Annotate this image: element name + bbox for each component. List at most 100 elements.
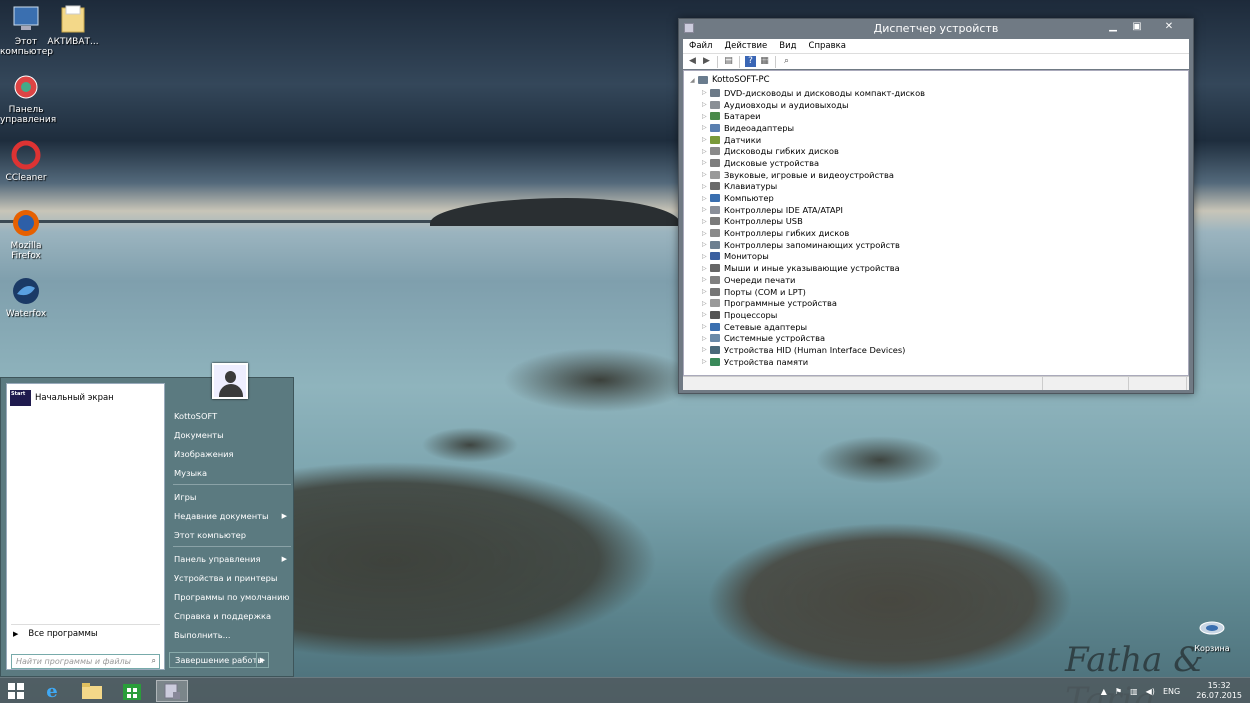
expand-icon[interactable]: ▷ [702, 101, 710, 108]
help-icon[interactable]: ? [745, 56, 756, 67]
language-indicator[interactable]: ENG [1163, 687, 1180, 696]
desktop-icon-this-computer[interactable]: Этот компьютер [0, 4, 53, 57]
device-category[interactable]: ▷ Видеоадаптеры [702, 122, 925, 134]
start-item-user[interactable]: KottoSOFT [169, 406, 291, 425]
taskbar-device-manager[interactable] [156, 680, 188, 702]
network-icon[interactable]: ▥ [1130, 687, 1138, 696]
expand-icon[interactable]: ▷ [702, 276, 710, 283]
device-category[interactable]: ▷ Устройства HID (Human Interface Devices… [702, 344, 925, 356]
menu-file[interactable]: Файл [683, 39, 718, 53]
device-category[interactable]: ▷ Контроллеры USB [702, 216, 925, 228]
device-category[interactable]: ▷ Процессоры [702, 309, 925, 321]
desktop-icon-recycle-bin[interactable]: Корзина [1192, 620, 1232, 653]
expand-icon[interactable]: ▷ [702, 136, 710, 143]
device-category[interactable]: ▷ Батареи [702, 110, 925, 122]
device-category[interactable]: ▷ Звуковые, игровые и видеоустройства [702, 169, 925, 181]
taskbar-explorer[interactable] [76, 680, 108, 702]
start-item-run[interactable]: Выполнить... [169, 625, 291, 644]
device-category[interactable]: ▷ Программные устройства [702, 297, 925, 309]
shutdown-options-button[interactable]: ▶ [256, 653, 268, 667]
title-bar[interactable]: Диспетчер устройств ▁ ▣ ✕ [679, 19, 1193, 39]
close-button[interactable]: ✕ [1149, 19, 1189, 35]
search-input[interactable]: Найти программы и файлы ⌕ [11, 654, 160, 669]
properties-icon[interactable]: ▤ [723, 56, 734, 67]
device-category[interactable]: ▷ Клавиатуры [702, 181, 925, 193]
start-item-games[interactable]: Игры [169, 487, 291, 506]
device-category[interactable]: ▷ Дисковые устройства [702, 157, 925, 169]
menu-help[interactable]: Справка [803, 39, 852, 53]
taskbar-ie[interactable]: e [36, 680, 68, 702]
expand-icon[interactable]: ▷ [702, 148, 710, 155]
expand-icon[interactable]: ▷ [702, 300, 710, 307]
start-item-this-computer[interactable]: Этот компьютер [169, 525, 291, 544]
scan-hardware-icon[interactable]: ⌕ [781, 56, 792, 67]
desktop-icon-control-panel[interactable]: Панель управления [0, 72, 56, 125]
expand-icon[interactable]: ▷ [702, 195, 710, 202]
expand-icon[interactable]: ▷ [702, 335, 710, 342]
start-item-recent-docs[interactable]: Недавние документы ▶ [169, 506, 291, 525]
desktop-icon-ccleaner[interactable]: CCleaner [0, 140, 52, 183]
start-item-default-programs[interactable]: Программы по умолчанию [169, 587, 291, 606]
show-hidden-icon[interactable]: ▲ [1101, 687, 1107, 696]
search-icon[interactable]: ⌕ [152, 656, 156, 666]
device-category[interactable]: ▷ Устройства памяти [702, 356, 925, 368]
desktop-icon-waterfox[interactable]: Waterfox [0, 276, 52, 319]
device-category[interactable]: ▷ Аудиовходы и аудиовыходы [702, 99, 925, 111]
device-tree[interactable]: ◢ KottoSOFT-PC ▷ DVD-дисководы и дисковод… [683, 70, 1189, 376]
expand-icon[interactable]: ▷ [702, 171, 710, 178]
device-category[interactable]: ▷ Очереди печати [702, 274, 925, 286]
expand-icon[interactable]: ▷ [702, 323, 710, 330]
pinned-start-screen[interactable]: Start Начальный экран [10, 390, 114, 406]
expand-icon[interactable]: ▷ [702, 311, 710, 318]
expand-icon[interactable]: ▷ [702, 230, 710, 237]
all-programs[interactable]: ▶ Все программы [13, 629, 98, 639]
device-category[interactable]: ▷ Контроллеры гибких дисков [702, 227, 925, 239]
start-item-help[interactable]: Справка и поддержка [169, 606, 291, 625]
volume-icon[interactable]: ◀) [1146, 687, 1155, 696]
expand-icon[interactable]: ▷ [702, 265, 710, 272]
device-category[interactable]: ▷ Датчики [702, 134, 925, 146]
tree-root[interactable]: ◢ KottoSOFT-PC [690, 75, 770, 85]
device-category[interactable]: ▷ Мыши и иные указывающие устройства [702, 262, 925, 274]
desktop-icon-firefox[interactable]: Mozilla Firefox [0, 208, 52, 261]
expand-icon[interactable]: ▷ [702, 124, 710, 131]
taskbar-store[interactable] [116, 680, 148, 702]
device-manager-window[interactable]: Диспетчер устройств ▁ ▣ ✕ Файл Действие … [678, 18, 1194, 394]
desktop-icon-activator[interactable]: АКТИВАТ... [47, 4, 99, 47]
expand-icon[interactable]: ▷ [702, 346, 710, 353]
expand-icon[interactable]: ▷ [702, 288, 710, 295]
expand-icon[interactable]: ▷ [702, 89, 710, 96]
menu-view[interactable]: Вид [773, 39, 802, 53]
back-icon[interactable]: ◀ [687, 56, 698, 67]
device-category[interactable]: ▷ Контроллеры IDE ATA/ATAPI [702, 204, 925, 216]
menu-action[interactable]: Действие [718, 39, 773, 53]
start-item-documents[interactable]: Документы [169, 425, 291, 444]
expand-icon[interactable]: ▷ [702, 218, 710, 225]
start-item-music[interactable]: Музыка [169, 463, 291, 482]
view-icon[interactable]: ▦ [759, 56, 770, 67]
user-avatar[interactable] [212, 363, 248, 399]
action-center-icon[interactable]: ⚑ [1115, 687, 1122, 696]
start-item-pictures[interactable]: Изображения [169, 444, 291, 463]
start-item-control-panel[interactable]: Панель управления ▶ [169, 549, 291, 568]
device-category[interactable]: ▷ DVD-дисководы и дисководы компакт-диско… [702, 87, 925, 99]
maximize-button[interactable]: ▣ [1125, 19, 1149, 35]
device-category[interactable]: ▷ Дисководы гибких дисков [702, 145, 925, 157]
device-category[interactable]: ▷ Системные устройства [702, 332, 925, 344]
expand-icon[interactable]: ▷ [702, 113, 710, 120]
device-category[interactable]: ▷ Мониторы [702, 251, 925, 263]
device-category[interactable]: ▷ Компьютер [702, 192, 925, 204]
device-category[interactable]: ▷ Сетевые адаптеры [702, 321, 925, 333]
forward-icon[interactable]: ▶ [701, 56, 712, 67]
expand-icon[interactable]: ▷ [702, 206, 710, 213]
expand-icon[interactable]: ▷ [702, 241, 710, 248]
expand-icon[interactable]: ▷ [702, 253, 710, 260]
expand-icon[interactable]: ▷ [702, 159, 710, 166]
device-category[interactable]: ▷ Порты (COM и LPT) [702, 286, 925, 298]
minimize-button[interactable]: ▁ [1101, 19, 1125, 35]
start-item-devices-printers[interactable]: Устройства и принтеры [169, 568, 291, 587]
start-button[interactable] [0, 680, 32, 702]
expand-icon[interactable]: ▷ [702, 358, 710, 365]
device-category[interactable]: ▷ Контроллеры запоминающих устройств [702, 239, 925, 251]
expand-icon[interactable]: ▷ [702, 183, 710, 190]
